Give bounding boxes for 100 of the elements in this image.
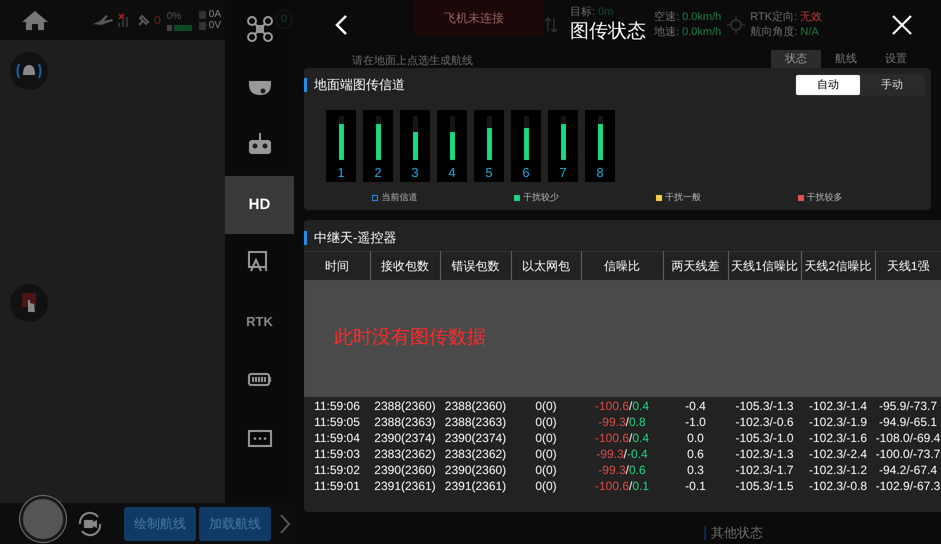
panel-title: 地面端图传信道 <box>304 78 405 92</box>
table-cell-text: -94.2/-67.4 <box>878 462 938 478</box>
table-cell-text: -102.3/-0.6 <box>734 414 795 430</box>
channel-number: 7 <box>559 166 567 180</box>
legend-label: 当前信道 <box>381 191 418 204</box>
channel-number: 3 <box>411 166 419 180</box>
table-cell-text: -95.9/-73.7 <box>878 398 938 414</box>
table-cell-text: 2388(2360) <box>444 398 508 414</box>
table-cell-text: -99.3/-0.4 <box>595 446 649 462</box>
table-cell-text: 2390(2360) <box>444 462 508 478</box>
table-cell-text: 0(0) <box>534 462 558 478</box>
table-cell-text: -105.3/-1.3 <box>734 398 795 414</box>
legend-label: 干扰较少 <box>523 191 560 204</box>
satellite-count: 0 <box>154 12 161 29</box>
table-cell-text: 11:59:06 <box>313 398 361 414</box>
table-cell-text: -102.3/-0.8 <box>808 478 868 494</box>
table-cell-text: 0(0) <box>534 414 558 430</box>
legend-label: 干扰一般 <box>664 191 701 204</box>
table-cell-text: 2390(2374) <box>444 430 508 446</box>
home-icon[interactable] <box>20 8 50 32</box>
table-cell: -100.0/-73.7 <box>875 446 941 462</box>
table-cell-text: 0(0) <box>534 478 558 494</box>
close-button[interactable] <box>891 14 913 36</box>
table-cell-text: 11:59:04 <box>313 430 361 446</box>
shutter-button[interactable] <box>20 496 66 542</box>
sidebar-tab[interactable]: RTK <box>225 292 294 351</box>
table-cell-text: -99.3/0.6 <box>597 462 647 478</box>
table-cell-text: 2388(2363) <box>444 414 508 430</box>
alarm-bell-button[interactable] <box>10 52 48 90</box>
table-cell-text: -102.3/-1.9 <box>808 414 868 430</box>
channel-number: 5 <box>485 166 493 180</box>
status-reading: 地速: 0.0km/h <box>654 25 722 40</box>
sidebar-tab[interactable]: HD <box>225 176 294 234</box>
table-cell-text: -102.3/-1.4 <box>808 398 868 414</box>
mode-toggle[interactable]: 自动 <box>796 75 860 95</box>
tab[interactable]: 航线 <box>821 50 871 68</box>
table-cell-text: -94.9/-65.1 <box>878 414 938 430</box>
table-cell-text: 11:59:03 <box>313 446 361 462</box>
current-reading: 0A <box>208 9 221 20</box>
plane-icon <box>92 12 114 28</box>
table-cell-text: 2388(2360) <box>373 398 437 414</box>
table-cell-text: -99.3/0.8 <box>597 414 647 430</box>
voltage-reading: 0V <box>208 20 221 31</box>
channel-number: 6 <box>522 166 530 180</box>
table-cell-text: 0(0) <box>534 430 558 446</box>
column-header: 时间 <box>304 252 370 280</box>
table-cell-text: 11:59:05 <box>313 414 361 430</box>
tab[interactable]: 设置 <box>871 50 921 68</box>
status-reading: 空速: 0.0km/h <box>654 10 722 25</box>
table-cell-text: -100.6/0.1 <box>594 478 650 494</box>
crosshair-icon <box>727 16 746 34</box>
channel-number: 8 <box>596 166 604 180</box>
table-cell-text: -0.1 <box>684 478 707 494</box>
table-cell: -102.9/-67.3 <box>875 478 941 494</box>
table-cell-text: 0.3 <box>686 462 705 478</box>
route-hint: 请在地面上点选生成航线 <box>352 55 473 68</box>
table-cell-text: 11:59:01 <box>313 478 361 494</box>
channel-number: 2 <box>374 166 382 180</box>
table-cell-text: -100.6/0.4 <box>594 398 650 414</box>
table-cell-text: 2390(2360) <box>373 462 437 478</box>
table-cell: -108.0/-69.4 <box>875 430 941 446</box>
legend-label: 干扰较多 <box>806 191 843 204</box>
route-button[interactable]: 加载航线 <box>199 506 271 540</box>
status-reading: 航向角度: N/A <box>750 25 820 40</box>
table-cell-text: 2388(2363) <box>373 414 437 430</box>
route-button[interactable]: 绘制航线 <box>124 506 196 540</box>
table-cell-text: -105.3/-1.0 <box>734 430 795 446</box>
table-cell-text: 0.0 <box>686 430 705 446</box>
table-cell-text: 2383(2362) <box>444 446 508 462</box>
table-cell-text: 11:59:02 <box>313 462 361 478</box>
battery-icon <box>166 24 193 32</box>
table-cell-text: 0(0) <box>534 398 558 414</box>
section-title: 其他状态 <box>704 526 763 540</box>
table-cell-text: 0(0) <box>534 446 558 462</box>
table-cell-text: 2390(2374) <box>373 430 437 446</box>
channel-number: 1 <box>337 166 345 180</box>
table-cell-text: 2383(2362) <box>373 446 437 462</box>
table-cell-text: 0.6 <box>686 446 705 462</box>
table-cell-text: -1.0 <box>684 414 707 430</box>
dialog-title: 图传状态 <box>570 20 646 44</box>
vertical-arrows-icon <box>544 16 558 34</box>
table-cell-text: -0.4 <box>684 398 707 414</box>
table-cell-text: 2391(2361) <box>373 478 437 494</box>
table-cell-text: -102.3/-2.4 <box>808 446 868 462</box>
table-cell-text: -102.3/-1.3 <box>734 446 795 462</box>
table-cell-text: -102.3/-1.2 <box>808 462 868 478</box>
status-reading: RTK定向: 无效 <box>750 10 822 25</box>
battery-percent: 0% <box>166 10 182 24</box>
table-cell-text: -102.3/-1.7 <box>734 462 795 478</box>
drone-icon <box>246 15 274 44</box>
table-cell-text: 2391(2361) <box>444 478 508 494</box>
press-button[interactable] <box>10 284 48 322</box>
table-cell-text: -105.3/-1.5 <box>734 478 795 494</box>
empty-message: 此时没有图传数据 <box>334 326 486 350</box>
channel-number: 4 <box>448 166 456 180</box>
flight-status: 飞机未连接 <box>414 0 544 36</box>
mode-toggle[interactable]: 手动 <box>860 75 924 95</box>
chevron-right-icon[interactable] <box>279 512 291 534</box>
tab[interactable]: 状态 <box>771 50 821 68</box>
table-cell-text: -100.6/0.4 <box>594 430 650 446</box>
